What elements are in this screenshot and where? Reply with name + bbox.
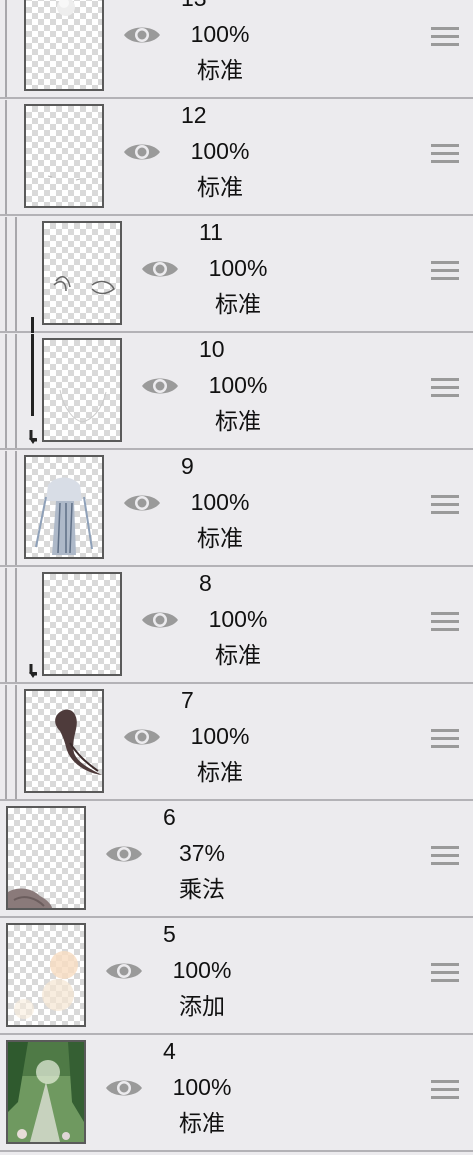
layer-blend-mode[interactable]: 添加	[132, 993, 272, 1019]
layer-number: 6	[163, 804, 176, 830]
layer-number: 10	[199, 336, 225, 362]
drag-handle-icon[interactable]	[431, 144, 459, 164]
layer-thumbnail[interactable]	[24, 104, 104, 208]
drag-handle-icon[interactable]	[431, 495, 459, 515]
layer-number: 13	[181, 0, 207, 11]
layer-opacity[interactable]: 100%	[132, 1074, 272, 1100]
drag-handle-icon[interactable]	[431, 378, 459, 398]
layer-list: 13100%标准12100%标准11100%标准10100%标准9100%标准8…	[0, 0, 473, 1155]
group-indent-line	[15, 685, 17, 799]
group-indent-line	[5, 685, 7, 799]
drag-handle-icon[interactable]	[431, 27, 459, 47]
layer-thumbnail[interactable]	[24, 455, 104, 559]
layer-number: 11	[199, 219, 223, 245]
layer-blend-mode[interactable]: 标准	[150, 174, 290, 200]
layer-number: 12	[181, 102, 207, 128]
layer-number: 7	[181, 687, 194, 713]
layer-opacity[interactable]: 100%	[150, 138, 290, 164]
layer-blend-mode[interactable]: 标准	[132, 1110, 272, 1136]
group-indent-line	[15, 334, 17, 448]
layer-thumbnail[interactable]	[6, 1040, 86, 1144]
layer-row-12[interactable]: 12 100% 标准	[0, 100, 473, 216]
layer-opacity[interactable]: 100%	[168, 255, 308, 281]
group-indent-line	[5, 217, 7, 331]
layer-opacity[interactable]: 100%	[168, 606, 308, 632]
layer-thumbnail[interactable]	[6, 923, 86, 1027]
layer-opacity[interactable]: 100%	[150, 21, 290, 47]
clipping-line	[31, 334, 34, 416]
layer-row-10[interactable]: 10 100% 标准	[0, 334, 473, 450]
drag-handle-icon[interactable]	[431, 963, 459, 983]
layer-row-5[interactable]: 5 100% 添加	[0, 919, 473, 1035]
layer-opacity[interactable]: 100%	[150, 723, 290, 749]
layer-row-11[interactable]: 11 100% 标准	[0, 217, 473, 333]
layer-number: 8	[199, 570, 212, 596]
layer-row-9[interactable]: 9 100% 标准	[0, 451, 473, 567]
layer-opacity[interactable]: 100%	[132, 957, 272, 983]
group-indent-line	[5, 334, 7, 448]
layer-blend-mode[interactable]: 标准	[168, 291, 308, 317]
layer-row-4[interactable]: 4 100% 标准	[0, 1036, 473, 1152]
clipping-line	[31, 317, 34, 333]
group-indent-line	[15, 217, 17, 331]
group-indent-line	[5, 568, 7, 682]
drag-handle-icon[interactable]	[431, 846, 459, 866]
drag-handle-icon[interactable]	[431, 612, 459, 632]
group-indent-line	[15, 451, 17, 565]
layer-row-6[interactable]: 6 37% 乘法	[0, 802, 473, 918]
drag-handle-icon[interactable]	[431, 261, 459, 281]
clipping-arrow-icon	[29, 664, 43, 678]
layer-row-13[interactable]: 13 100% 标准	[0, 0, 473, 99]
layer-thumbnail[interactable]	[42, 338, 122, 442]
layer-opacity[interactable]: 100%	[150, 489, 290, 515]
layer-opacity[interactable]: 100%	[168, 372, 308, 398]
layer-number: 9	[181, 453, 194, 479]
layer-opacity[interactable]: 37%	[132, 840, 272, 866]
group-indent-line	[15, 568, 17, 682]
clipping-arrow-icon	[29, 430, 43, 444]
layer-row-8[interactable]: 8 100% 标准	[0, 568, 473, 684]
group-indent-line	[5, 100, 7, 214]
drag-handle-icon[interactable]	[431, 1080, 459, 1100]
layer-blend-mode[interactable]: 标准	[150, 525, 290, 551]
group-indent-line	[5, 451, 7, 565]
layer-thumbnail[interactable]	[6, 806, 86, 910]
layer-blend-mode[interactable]: 乘法	[132, 876, 272, 902]
layer-row-7[interactable]: 7 100% 标准	[0, 685, 473, 801]
layer-blend-mode[interactable]: 标准	[150, 57, 290, 83]
layer-thumbnail[interactable]	[24, 689, 104, 793]
layer-thumbnail[interactable]	[42, 221, 122, 325]
layer-number: 4	[163, 1038, 176, 1064]
layer-thumbnail[interactable]	[24, 0, 104, 91]
drag-handle-icon[interactable]	[431, 729, 459, 749]
layer-number: 5	[163, 921, 176, 947]
layer-blend-mode[interactable]: 标准	[168, 408, 308, 434]
group-indent-line	[5, 0, 7, 97]
layer-blend-mode[interactable]: 标准	[150, 759, 290, 785]
layer-thumbnail[interactable]	[42, 572, 122, 676]
layer-blend-mode[interactable]: 标准	[168, 642, 308, 668]
